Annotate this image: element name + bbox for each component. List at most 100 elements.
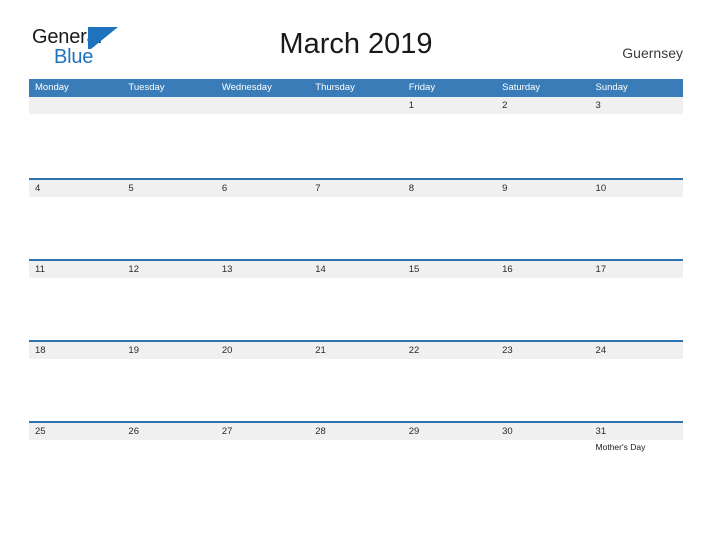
calendar-day-cell[interactable]: 20	[215, 342, 310, 421]
calendar-week-row: 4 5 6 7 8 9 10	[29, 178, 683, 259]
calendar-day-strip	[122, 97, 216, 114]
calendar-day-cell[interactable]: 21	[309, 342, 403, 421]
calendar-day-strip	[309, 97, 403, 114]
calendar-day-cell-empty	[215, 97, 310, 178]
calendar-day-cell[interactable]: 25	[29, 423, 123, 502]
calendar-day-cell[interactable]: 28	[309, 423, 403, 502]
calendar-day-cell[interactable]: 22	[402, 342, 497, 421]
calendar-day-number: 16	[502, 264, 513, 275]
calendar-day-strip	[29, 180, 123, 197]
calendar-day-number: 12	[128, 264, 139, 275]
calendar-day-number: 17	[595, 264, 607, 275]
calendar-day-strip	[215, 180, 310, 197]
calendar-day-cell[interactable]: 18	[29, 342, 123, 421]
calendar-day-cell[interactable]: 3	[589, 97, 683, 178]
calendar-day-number: 19	[128, 345, 139, 356]
calendar-day-cell-empty	[122, 97, 216, 178]
calendar-day-strip	[29, 97, 123, 114]
calendar-day-cell[interactable]: 10	[589, 180, 683, 259]
weekday-header-tuesday: Tuesday	[128, 82, 165, 93]
calendar-day-number: 8	[408, 183, 414, 194]
weekday-header-friday: Friday	[408, 82, 436, 93]
weekday-header-wednesday: Wednesday	[221, 82, 272, 93]
calendar-day-number: 28	[315, 426, 326, 437]
calendar-day-number: 30	[502, 426, 513, 437]
calendar-day-cell[interactable]: 19	[122, 342, 216, 421]
calendar-day-cell[interactable]: 26	[122, 423, 216, 502]
calendar-week-row: 1 2 3	[29, 97, 683, 178]
calendar-day-cell-empty	[29, 97, 123, 178]
calendar-day-cell[interactable]: 11	[29, 261, 123, 340]
calendar-day-events: Mother's Day	[596, 441, 680, 453]
calendar-day-strip	[402, 180, 497, 197]
calendar-day-number: 3	[595, 100, 601, 111]
calendar-day-cell[interactable]: 12	[122, 261, 216, 340]
calendar-day-number: 31	[595, 426, 607, 437]
calendar-day-cell[interactable]: 5	[122, 180, 216, 259]
calendar-day-strip	[402, 97, 497, 114]
page-title: March 2019	[279, 28, 433, 60]
calendar-day-number: 5	[128, 183, 134, 194]
calendar-week-row: 25 26 27 28 29 30 31 Mother's Day	[29, 421, 683, 502]
calendar-day-cell[interactable]: 31 Mother's Day	[589, 423, 683, 502]
calendar-week-row: 11 12 13 14 15 16 17	[29, 259, 683, 340]
calendar-day-cell[interactable]: 4	[29, 180, 123, 259]
calendar-day-number: 13	[221, 264, 233, 275]
calendar-day-number: 21	[315, 345, 326, 356]
calendar-day-cell[interactable]: 16	[496, 261, 590, 340]
weekday-header-saturday: Saturday	[502, 82, 541, 93]
calendar-day-cell[interactable]: 8	[402, 180, 497, 259]
calendar-day-cell[interactable]: 17	[589, 261, 683, 340]
calendar-day-strip	[122, 180, 216, 197]
calendar-day-cell[interactable]: 2	[496, 97, 590, 178]
calendar-day-number: 20	[221, 345, 233, 356]
calendar-day-number: 11	[35, 264, 45, 275]
calendar-day-cell[interactable]: 29	[402, 423, 497, 502]
calendar-day-number: 25	[35, 426, 46, 437]
calendar-day-number: 26	[128, 426, 139, 437]
weekday-header-sunday: Sunday	[595, 82, 628, 93]
calendar-day-number: 22	[408, 345, 420, 356]
calendar-day-cell[interactable]: 30	[496, 423, 590, 502]
calendar-day-strip	[309, 180, 403, 197]
calendar-event-label: Mother's Day	[595, 442, 646, 452]
calendar-day-cell[interactable]: 24	[589, 342, 683, 421]
calendar-day-number: 4	[35, 183, 41, 194]
calendar-day-cell[interactable]: 15	[402, 261, 497, 340]
calendar-day-cell[interactable]: 1	[402, 97, 497, 178]
calendar-day-number: 6	[221, 183, 228, 194]
calendar-day-number: 2	[502, 100, 508, 111]
weekday-header-thursday: Thursday	[315, 82, 355, 93]
calendar-day-number: 27	[221, 426, 233, 437]
calendar-day-cell-empty	[309, 97, 403, 178]
calendar-day-number: 15	[408, 264, 420, 275]
calendar-day-number: 18	[35, 345, 46, 356]
calendar-day-cell[interactable]: 6	[215, 180, 310, 259]
page-header: General Blue March 2019 Guernsey	[0, 0, 712, 78]
calendar-grid: Monday Tuesday Wednesday Thursday Friday…	[29, 79, 683, 502]
calendar-day-cell[interactable]: 7	[309, 180, 403, 259]
calendar-day-number: 7	[315, 183, 321, 194]
calendar-week-row: 18 19 20 21 22 23 24	[29, 340, 683, 421]
calendar-day-number: 24	[595, 345, 607, 356]
calendar-day-number: 9	[502, 183, 508, 194]
calendar-day-cell[interactable]: 13	[215, 261, 310, 340]
calendar-day-number: 10	[595, 183, 607, 194]
calendar-day-strip	[215, 97, 310, 114]
calendar-day-number: 14	[315, 264, 326, 275]
calendar-day-cell[interactable]: 27	[215, 423, 310, 502]
region-label: Guernsey	[622, 45, 683, 61]
calendar-day-strip	[496, 97, 590, 114]
calendar-weeks: 1 2 3 4 5 6 7 8 9 10 11 12 13 14 15 16 17 18 19 20 21 22 23 24 2…	[29, 97, 683, 502]
calendar-day-number: 1	[408, 100, 414, 111]
calendar-page: General Blue March 2019 Guernsey Monday …	[0, 0, 712, 550]
calendar-day-number: 23	[502, 345, 513, 356]
calendar-day-strip	[496, 180, 590, 197]
calendar-day-number: 29	[408, 426, 420, 437]
weekday-header-row: Monday Tuesday Wednesday Thursday Friday…	[29, 79, 683, 97]
calendar-day-cell[interactable]: 9	[496, 180, 590, 259]
weekday-header-monday: Monday	[35, 82, 69, 93]
calendar-day-cell[interactable]: 14	[309, 261, 403, 340]
calendar-day-cell[interactable]: 23	[496, 342, 590, 421]
calendar-day-strip	[589, 97, 683, 114]
